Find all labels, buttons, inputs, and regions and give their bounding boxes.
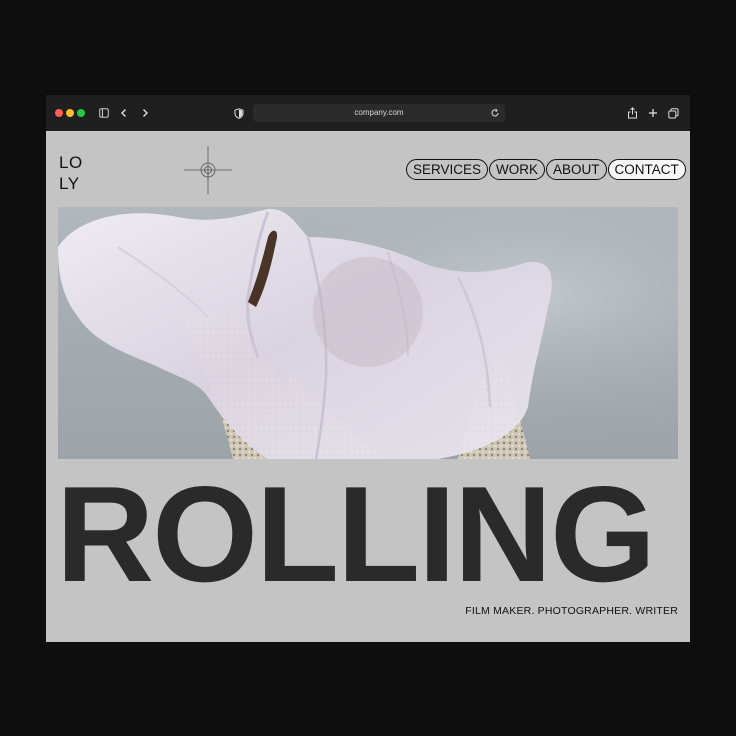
- close-window-button[interactable]: [55, 109, 63, 117]
- share-icon[interactable]: [624, 105, 640, 121]
- sidebar-icon[interactable]: [96, 105, 112, 121]
- new-tab-icon[interactable]: [645, 105, 661, 121]
- logo-line-1: LO: [59, 153, 83, 172]
- hero-tagline: FILM MAKER. PHOTOGRAPHER. WRITER: [465, 605, 678, 617]
- zoom-window-button[interactable]: [77, 109, 85, 117]
- crosshair-icon: [184, 146, 232, 194]
- reload-icon[interactable]: [487, 105, 503, 121]
- address-url: company.com: [354, 108, 404, 117]
- browser-toolbar: company.com: [46, 95, 690, 131]
- hero-image: [58, 207, 678, 459]
- back-icon[interactable]: [116, 105, 132, 121]
- shield-icon[interactable]: [231, 105, 247, 121]
- minimize-window-button[interactable]: [66, 109, 74, 117]
- hero-headline: ROLLING: [56, 458, 656, 610]
- main-nav: SERVICES WORK ABOUT CONTACT: [406, 159, 686, 180]
- nav-about[interactable]: ABOUT: [546, 159, 607, 180]
- nav-contact[interactable]: CONTACT: [607, 159, 686, 180]
- browser-window: company.com LO LY SERVICES WORK ABOUT CO…: [46, 95, 690, 642]
- tabs-overview-icon[interactable]: [665, 105, 681, 121]
- address-bar[interactable]: company.com: [253, 104, 505, 122]
- site-logo[interactable]: LO LY: [59, 152, 83, 194]
- forward-icon[interactable]: [137, 105, 153, 121]
- nav-work[interactable]: WORK: [489, 159, 546, 180]
- nav-services[interactable]: SERVICES: [406, 159, 489, 180]
- logo-line-2: LY: [59, 174, 80, 193]
